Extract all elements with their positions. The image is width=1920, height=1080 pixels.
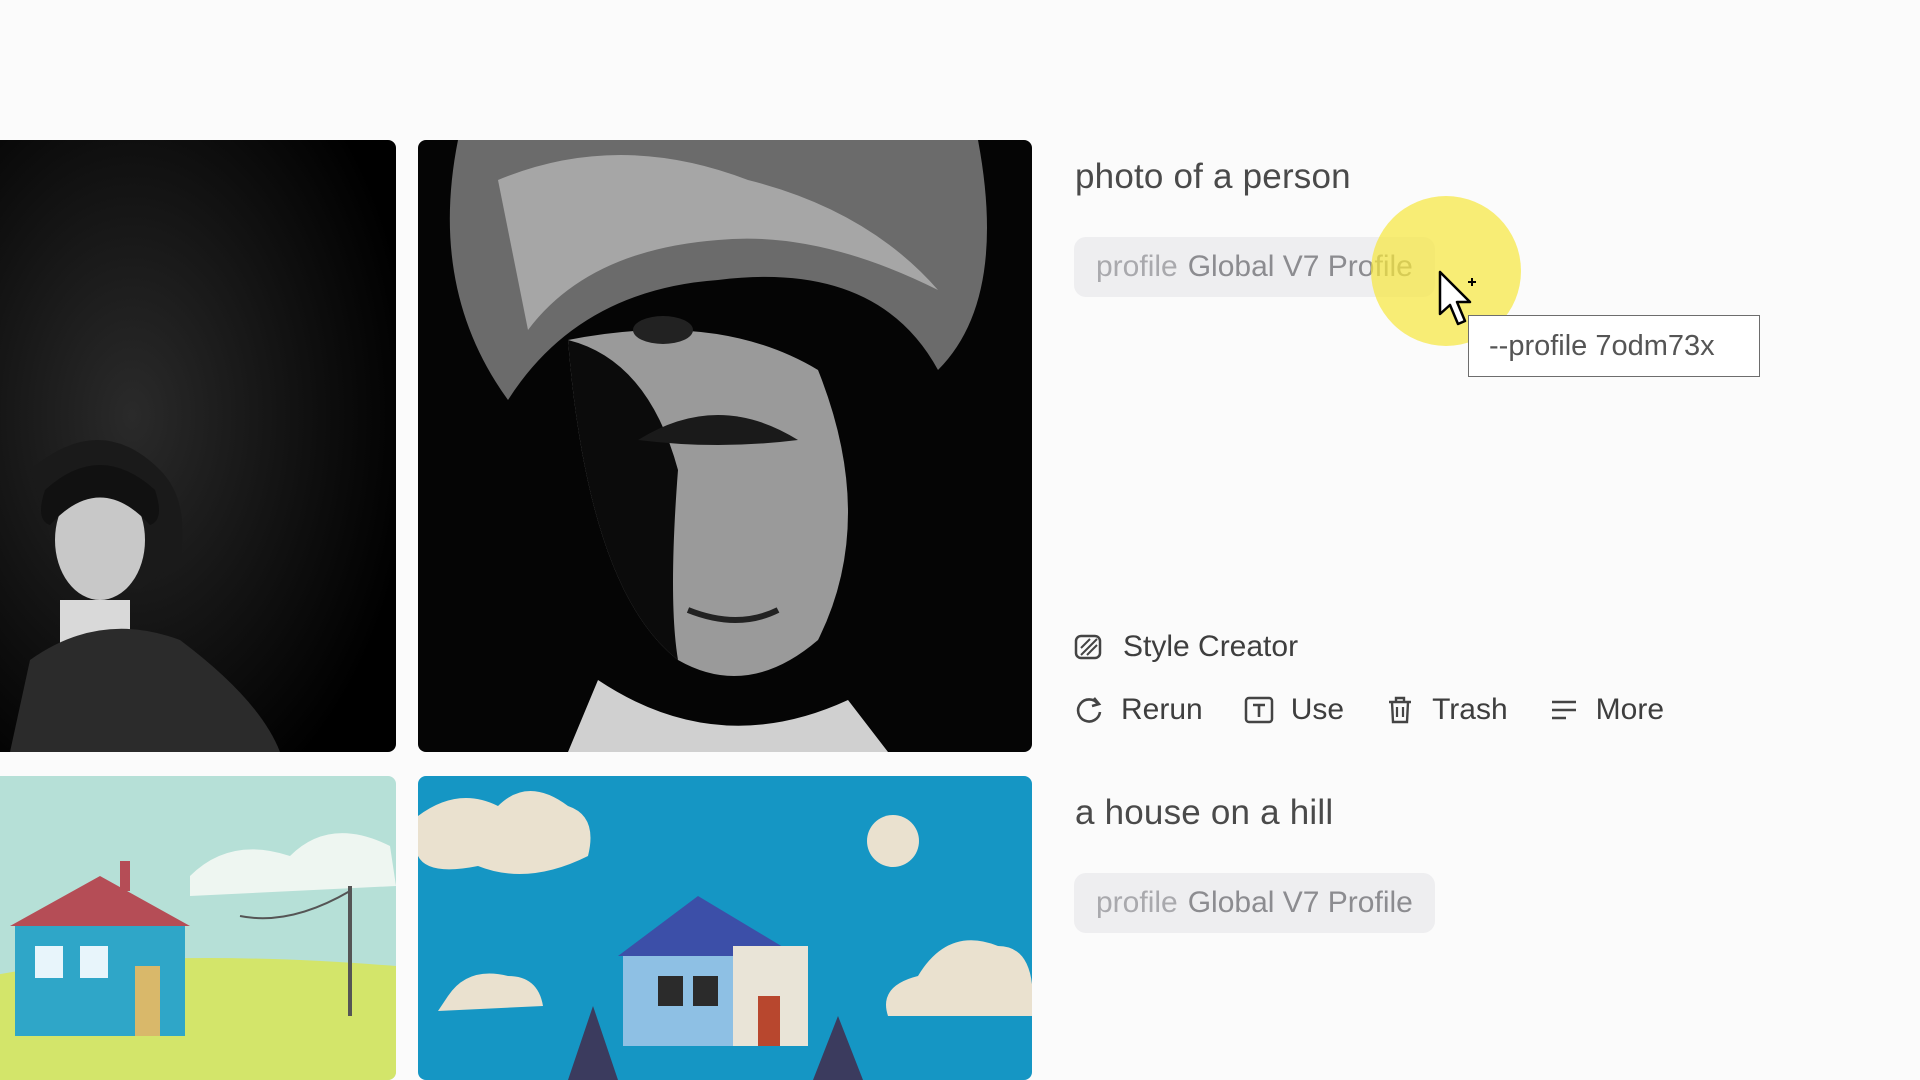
profile-keyword: profile [1096, 886, 1178, 919]
trash-label: Trash [1432, 693, 1508, 726]
image-house-left[interactable] [0, 776, 396, 1080]
profile-keyword: profile [1096, 250, 1178, 283]
more-icon [1551, 700, 1576, 720]
prompt-text: a house on a hill [1075, 793, 1334, 832]
profile-name: Global V7 Profile [1187, 886, 1413, 919]
prompt-text: photo of a person [1075, 157, 1351, 196]
profile-tooltip: --profile 7odm73x [1468, 315, 1760, 377]
image-person-left[interactable] [0, 140, 396, 752]
style-creator-label: Style Creator [1123, 630, 1299, 663]
image-person-closeup[interactable] [418, 140, 1032, 752]
rerun-button[interactable]: Rerun [1073, 693, 1203, 727]
use-label: Use [1290, 693, 1345, 726]
use-button[interactable]: Use [1243, 693, 1344, 727]
trash-icon [1389, 696, 1412, 724]
image-house-right[interactable] [418, 776, 1032, 1080]
rerun-icon [1076, 697, 1102, 723]
profile-chip[interactable]: profile Global V7 Profile [1074, 873, 1435, 933]
style-creator-icon [1074, 634, 1102, 660]
action-row: Rerun Use Trash More [1073, 693, 1704, 727]
rerun-label: Rerun [1121, 693, 1203, 726]
style-creator-row[interactable]: Style Creator [1073, 630, 1298, 664]
use-icon [1244, 696, 1273, 724]
more-button[interactable]: More [1548, 693, 1664, 727]
more-label: More [1595, 693, 1665, 726]
trash-button[interactable]: Trash [1384, 693, 1508, 727]
